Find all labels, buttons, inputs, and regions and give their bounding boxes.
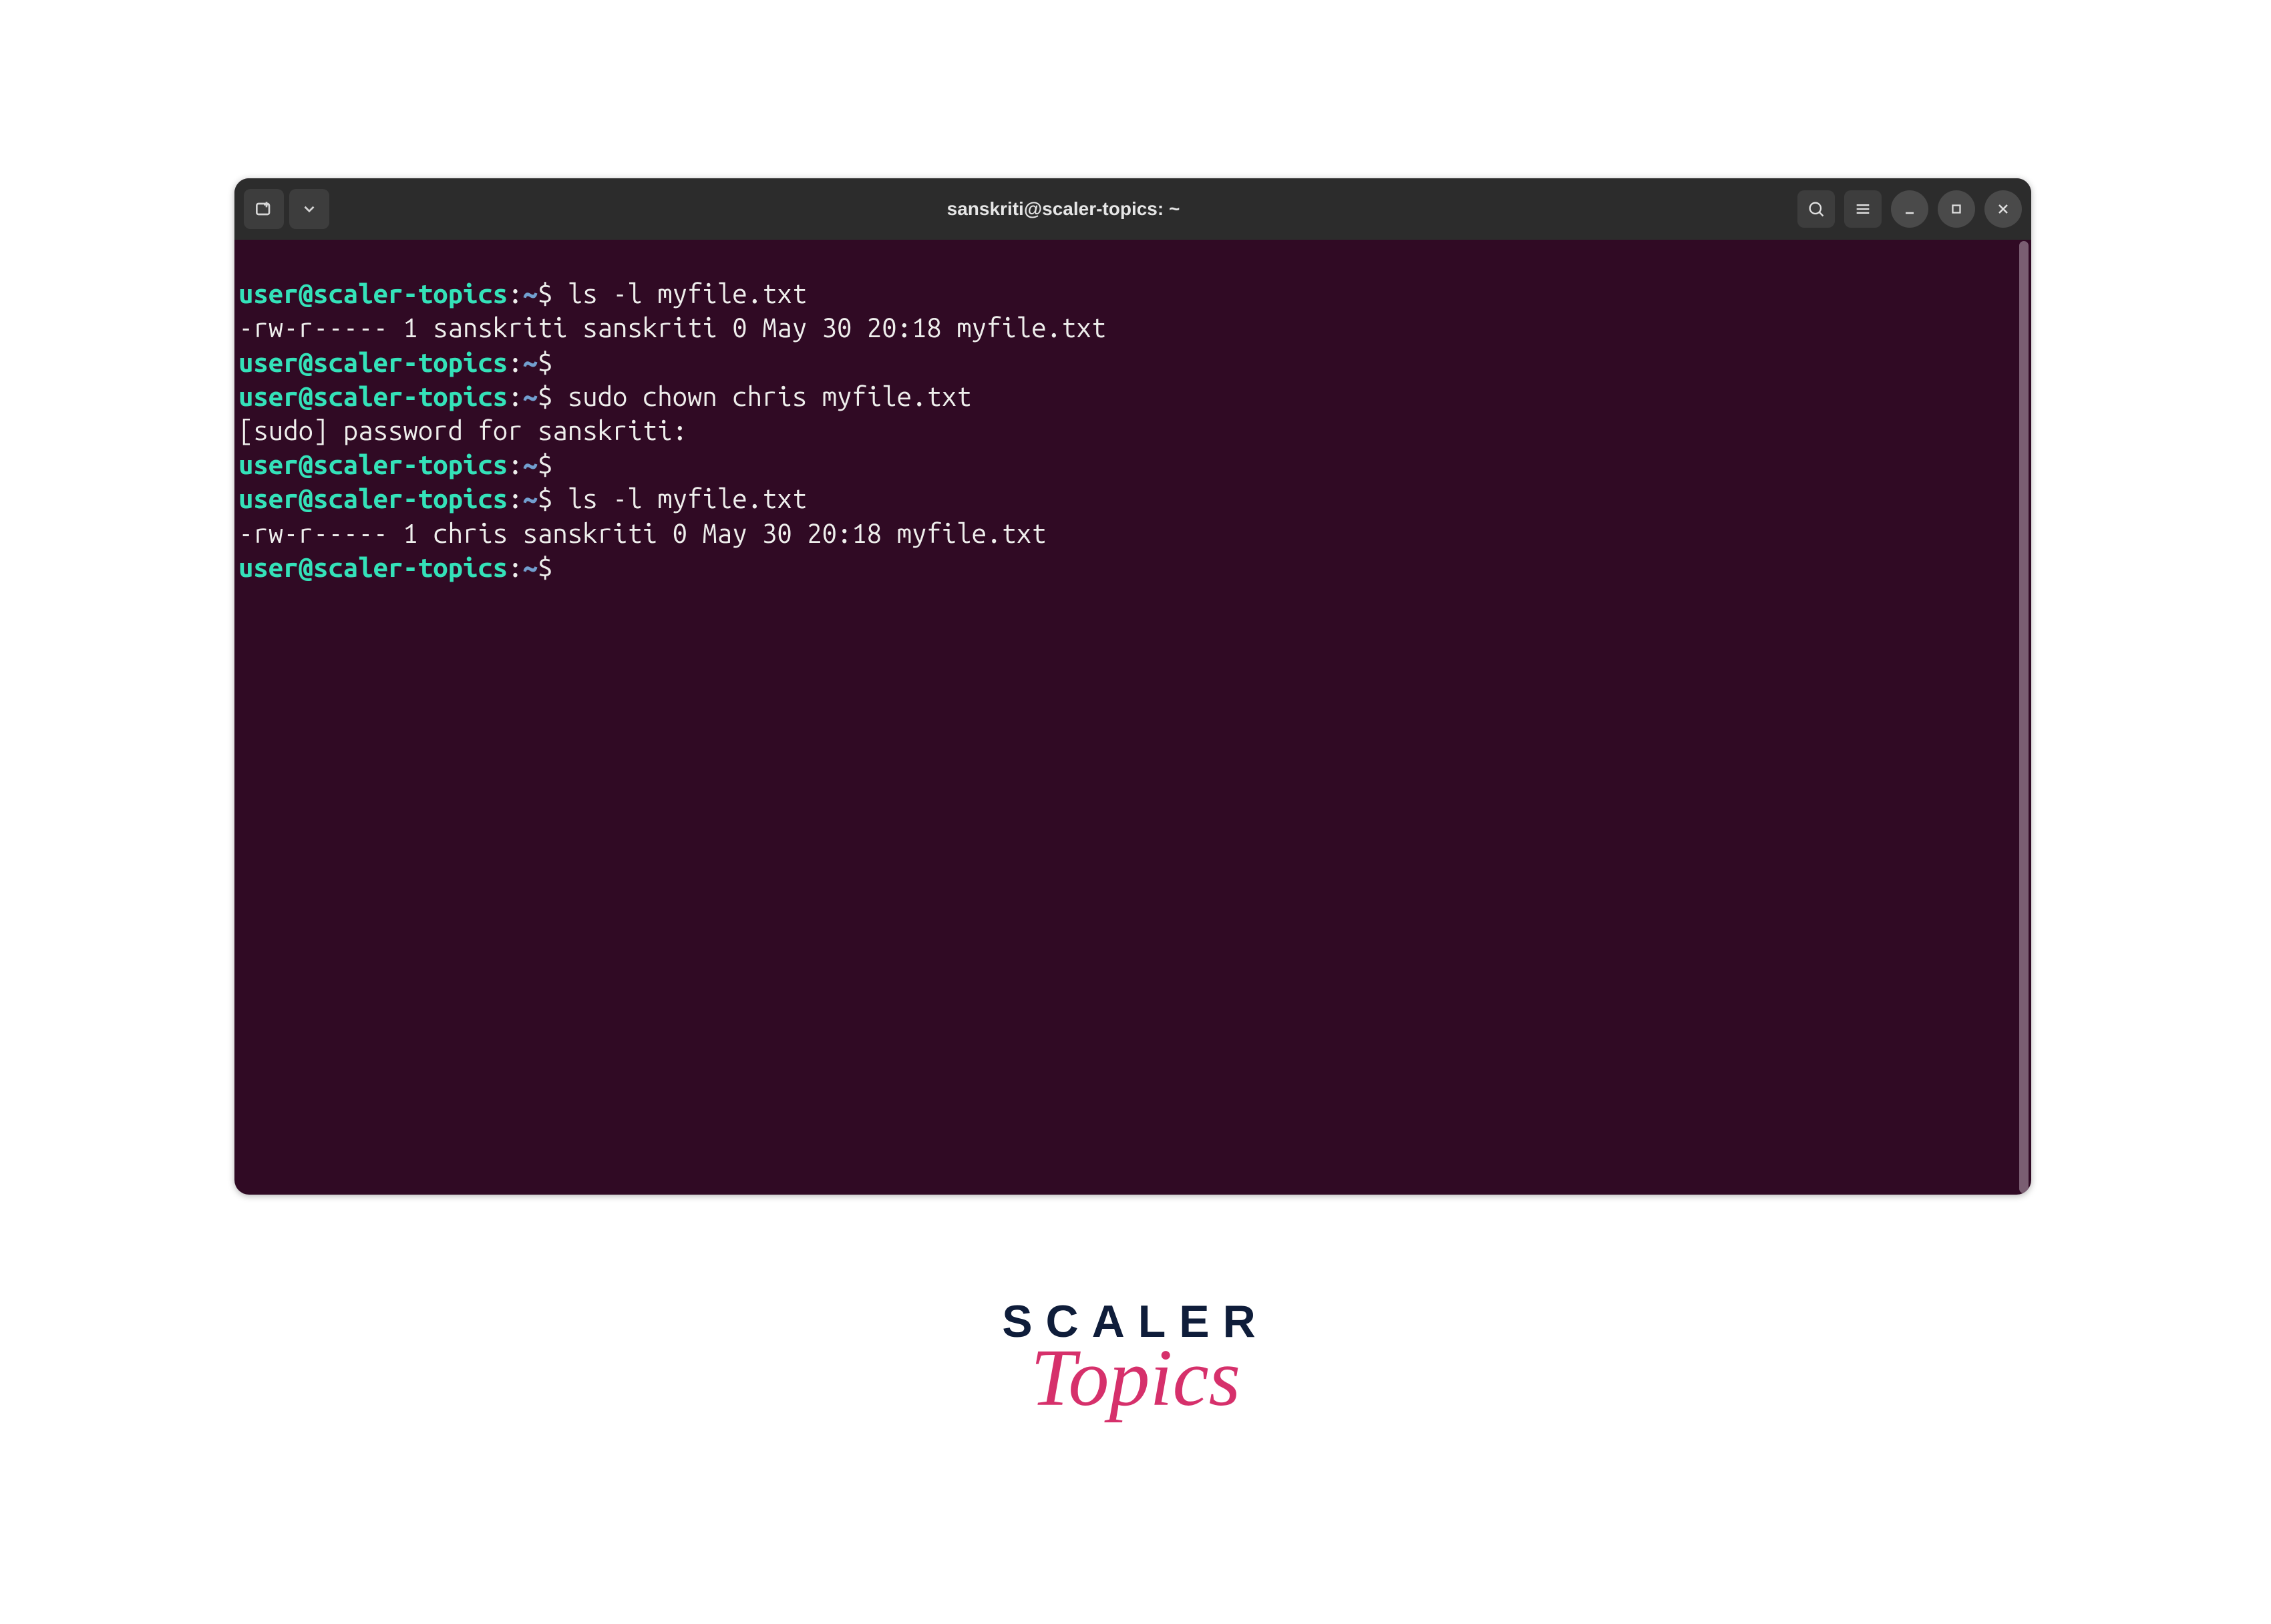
terminal-body[interactable]: user@scaler-topics:~$ ls -l myfile.txt -… bbox=[234, 240, 2031, 1195]
close-button[interactable] bbox=[1984, 190, 2022, 228]
brand-logo: SCALER Topics bbox=[0, 1295, 2271, 1425]
prompt-user-host: user@scaler-topics bbox=[238, 449, 508, 479]
prompt-path: ~ bbox=[523, 381, 538, 411]
tab-menu-button[interactable] bbox=[289, 189, 329, 229]
prompt-colon: : bbox=[508, 449, 522, 479]
prompt-user-host: user@scaler-topics bbox=[238, 483, 508, 514]
maximize-button[interactable] bbox=[1938, 190, 1975, 228]
prompt-colon: : bbox=[508, 552, 522, 582]
prompt-colon: : bbox=[508, 278, 522, 309]
command-text: ls -l myfile.txt bbox=[552, 483, 807, 514]
prompt-dollar: $ bbox=[538, 278, 552, 309]
prompt-colon: : bbox=[508, 483, 522, 514]
chevron-down-icon bbox=[301, 200, 318, 218]
prompt-user-host: user@scaler-topics bbox=[238, 552, 508, 582]
prompt-path: ~ bbox=[523, 552, 538, 582]
logo-line-2: Topics bbox=[0, 1332, 2271, 1425]
scrollbar[interactable] bbox=[2019, 241, 2029, 1193]
prompt-dollar: $ bbox=[538, 449, 552, 479]
command-text: ls -l myfile.txt bbox=[552, 278, 807, 309]
output-text: -rw-r----- 1 sanskriti sanskriti 0 May 3… bbox=[238, 313, 1106, 343]
new-tab-icon bbox=[253, 198, 275, 220]
prompt-user-host: user@scaler-topics bbox=[238, 347, 508, 377]
prompt-path: ~ bbox=[523, 483, 538, 514]
minimize-button[interactable] bbox=[1891, 190, 1928, 228]
prompt-user-host: user@scaler-topics bbox=[238, 381, 508, 411]
prompt-dollar: $ bbox=[538, 552, 552, 582]
prompt-path: ~ bbox=[523, 347, 538, 377]
window-title: sanskriti@scaler-topics: ~ bbox=[329, 198, 1797, 220]
prompt-dollar: $ bbox=[538, 381, 552, 411]
prompt-path: ~ bbox=[523, 449, 538, 479]
output-text: -rw-r----- 1 chris sanskriti 0 May 30 20… bbox=[238, 518, 1047, 548]
search-icon bbox=[1807, 200, 1825, 218]
prompt-dollar: $ bbox=[538, 347, 552, 377]
prompt-path: ~ bbox=[523, 278, 538, 309]
prompt-dollar: $ bbox=[538, 483, 552, 514]
hamburger-menu-button[interactable] bbox=[1844, 190, 1882, 228]
new-tab-button[interactable] bbox=[244, 189, 284, 229]
minimize-icon bbox=[1902, 201, 1918, 217]
maximize-icon bbox=[1949, 202, 1964, 216]
terminal-window: sanskriti@scaler-topics: ~ user@scaler-t… bbox=[234, 178, 2031, 1195]
titlebar-left-controls bbox=[244, 189, 329, 229]
titlebar: sanskriti@scaler-topics: ~ bbox=[234, 178, 2031, 240]
search-button[interactable] bbox=[1797, 190, 1835, 228]
titlebar-right-controls bbox=[1797, 190, 2022, 228]
close-icon bbox=[1995, 201, 2011, 217]
command-text: sudo chown chris myfile.txt bbox=[552, 381, 971, 411]
prompt-user-host: user@scaler-topics bbox=[238, 278, 508, 309]
hamburger-icon bbox=[1854, 200, 1872, 218]
prompt-colon: : bbox=[508, 381, 522, 411]
prompt-colon: : bbox=[508, 347, 522, 377]
output-text: [sudo] password for sanskriti: bbox=[238, 415, 687, 445]
